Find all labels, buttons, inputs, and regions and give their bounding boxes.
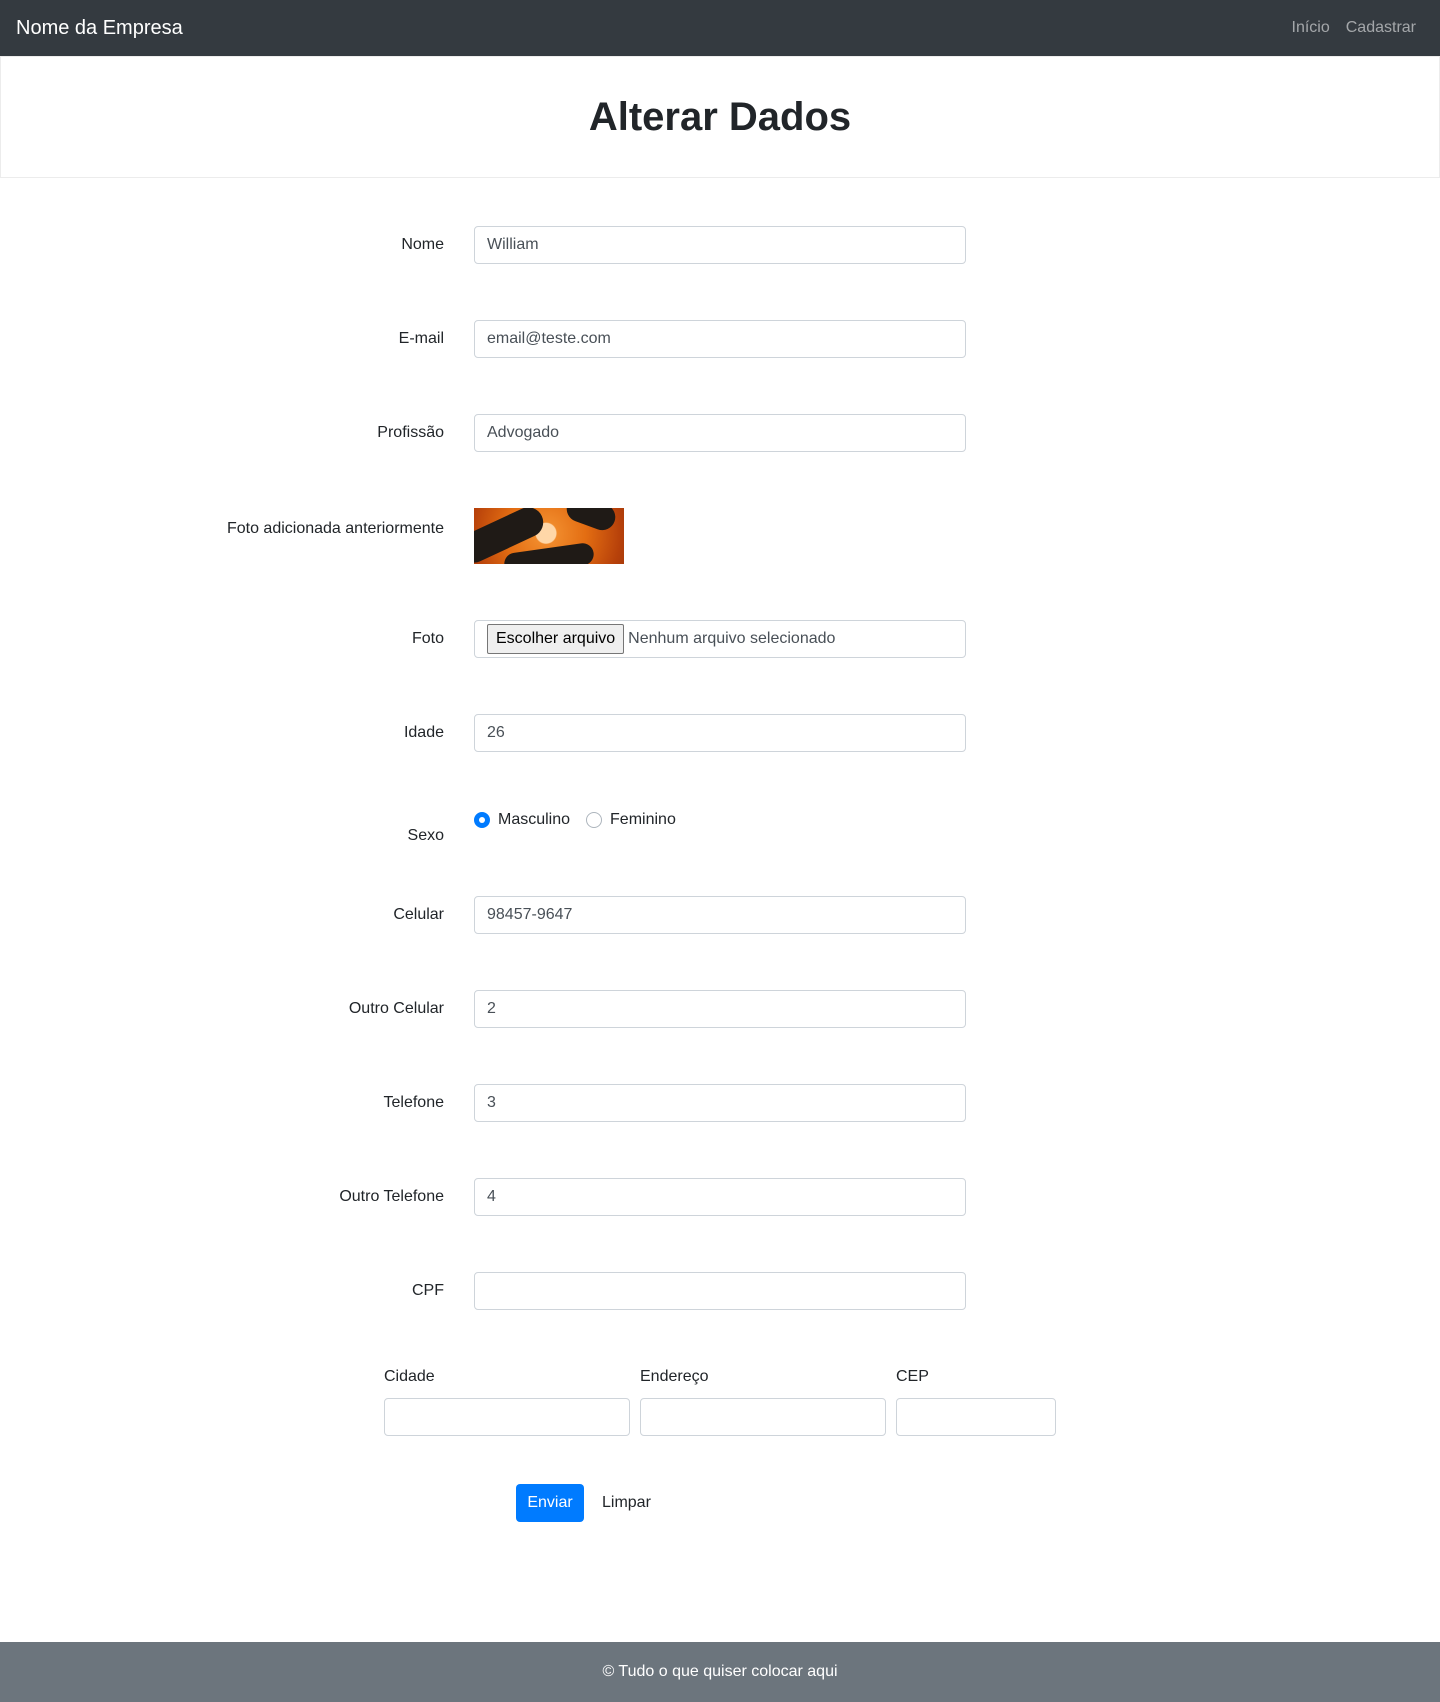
cpf-input[interactable]: [474, 1272, 966, 1310]
profissao-input[interactable]: [474, 414, 966, 452]
nav-link-inicio[interactable]: Início: [1292, 19, 1330, 37]
navbar: Nome da Empresa Início Cadastrar: [0, 0, 1440, 56]
foto-file-input[interactable]: Escolher arquivo Nenhum arquivo selecion…: [474, 620, 966, 658]
outro-celular-input[interactable]: [474, 990, 966, 1028]
celular-label: Celular: [393, 906, 444, 923]
row-idade: Idade: [0, 714, 1440, 752]
row-profissao: Profissão: [0, 414, 1440, 452]
footer-text: © Tudo o que quiser colocar aqui: [602, 1663, 838, 1680]
telefone-input[interactable]: [474, 1084, 966, 1122]
row-nome: Nome: [0, 226, 1440, 264]
radio-masculino[interactable]: Masculino: [474, 811, 570, 829]
outro-telefone-input[interactable]: [474, 1178, 966, 1216]
row-celular: Celular: [0, 896, 1440, 934]
row-foto: Foto Escolher arquivo Nenhum arquivo sel…: [0, 620, 1440, 658]
foto-anterior-label: Foto adicionada anteriormente: [226, 520, 444, 537]
choose-file-button[interactable]: Escolher arquivo: [487, 624, 625, 654]
submit-button[interactable]: Enviar: [516, 1484, 584, 1522]
cidade-input[interactable]: [384, 1398, 630, 1436]
page-title: Alterar Dados: [588, 94, 852, 139]
celular-input[interactable]: [474, 896, 966, 934]
nav-links: Início Cadastrar: [1292, 19, 1417, 37]
nome-input[interactable]: [474, 226, 966, 264]
radio-feminino[interactable]: Feminino: [586, 811, 676, 829]
row-telefone: Telefone: [0, 1084, 1440, 1122]
radio-masculino-label: Masculino: [498, 811, 571, 828]
radio-unchecked-icon[interactable]: [586, 812, 603, 828]
nome-label: Nome: [401, 236, 444, 253]
cep-input[interactable]: [896, 1398, 1056, 1436]
endereco-input[interactable]: [640, 1398, 886, 1436]
row-cpf: CPF: [0, 1272, 1440, 1310]
nav-link-cadastrar[interactable]: Cadastrar: [1346, 19, 1416, 37]
idade-input[interactable]: [474, 714, 966, 752]
email-label: E-mail: [398, 330, 444, 347]
email-input[interactable]: [474, 320, 966, 358]
sexo-radio-group: Masculino Feminino: [474, 808, 692, 832]
row-email: E-mail: [0, 320, 1440, 358]
idade-label: Idade: [403, 724, 444, 741]
brand-link[interactable]: Nome da Empresa: [16, 17, 183, 40]
cpf-label: CPF: [412, 1282, 444, 1299]
row-foto-anterior: Foto adicionada anteriormente: [0, 508, 1440, 564]
outro-celular-label: Outro Celular: [348, 1000, 444, 1017]
row-sexo: Sexo Masculino Feminino: [0, 808, 1440, 848]
page-header: Alterar Dados: [0, 56, 1440, 178]
previous-photo-image: [474, 508, 624, 564]
cep-label: CEP: [896, 1368, 929, 1385]
outro-telefone-label: Outro Telefone: [339, 1188, 444, 1205]
foto-label: Foto: [411, 630, 444, 647]
telefone-label: Telefone: [383, 1094, 445, 1111]
cidade-label: Cidade: [384, 1368, 435, 1385]
sexo-label: Sexo: [407, 827, 444, 844]
radio-checked-icon[interactable]: [474, 812, 490, 828]
endereco-label: Endereço: [640, 1368, 709, 1385]
file-status-text: Nenhum arquivo selecionado: [628, 630, 836, 647]
footer: © Tudo o que quiser colocar aqui: [0, 1642, 1440, 1702]
row-outro-telefone: Outro Telefone: [0, 1178, 1440, 1216]
profissao-label: Profissão: [377, 424, 444, 441]
reset-button[interactable]: Limpar: [594, 1484, 659, 1522]
radio-feminino-label: Feminino: [610, 811, 676, 828]
row-outro-celular: Outro Celular: [0, 990, 1440, 1028]
